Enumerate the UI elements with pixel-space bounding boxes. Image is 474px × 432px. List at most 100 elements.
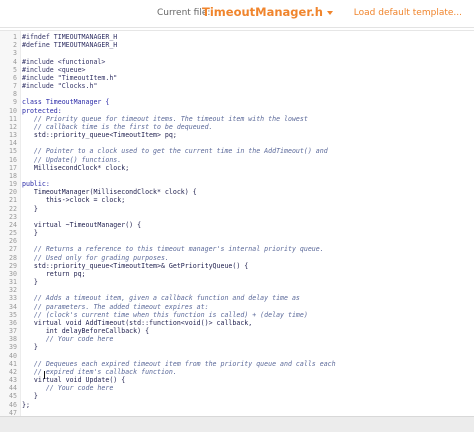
code-text: virtual void Update() { [22,376,126,385]
code-text: protected: [22,106,62,115]
code-line[interactable]: 16 // Update() functions. [0,156,474,164]
line-number: 24 [9,220,17,229]
line-number: 17 [9,163,17,172]
code-text: // Your code here [22,335,114,344]
line-number: 23 [9,212,17,221]
code-line[interactable]: 32 [0,286,474,294]
code-line[interactable]: 1 #ifndef TIMEOUTMANAGER_H [0,33,474,41]
code-text: // Update() functions. [22,155,122,164]
code-text: std::priority_queue<TimeoutItem> pq; [22,131,177,140]
code-line[interactable]: 31 } [0,278,474,286]
line-number: 8 [13,90,17,99]
line-number: 46 [9,400,17,409]
line-number: 14 [9,139,17,148]
code-line[interactable]: 33 // Adds a timeout item, given a callb… [0,294,474,302]
code-text: std::priority_queue<TimeoutItem>& GetPri… [22,261,249,270]
code-text: // expired item's callback function. [22,367,177,376]
code-line[interactable]: 4 #include <functional> [0,58,474,66]
code-line[interactable]: 34 // parameters. The added timeout expi… [0,303,474,311]
code-text: MillisecondClock* clock; [22,163,130,172]
code-line[interactable]: 19 public: [0,180,474,188]
code-text: int delayBeforeCallback) { [22,327,150,336]
code-line[interactable]: 38 // Your code here [0,335,474,343]
line-number: 40 [9,351,17,360]
code-text: this->clock = clock; [22,196,126,205]
code-line[interactable]: 43 virtual void Update() { [0,376,474,384]
chevron-down-icon [326,10,333,15]
code-line[interactable]: 12 // callback time is the first to be d… [0,123,474,131]
line-number: 33 [9,294,17,303]
code-line[interactable]: 30 return pq; [0,270,474,278]
text-cursor [44,371,45,379]
code-text: #include <queue> [22,65,86,74]
line-number: 9 [13,98,17,107]
code-text: virtual void AddTimeout(std::function<vo… [22,318,253,327]
code-line[interactable]: 13 std::priority_queue<TimeoutItem> pq; [0,131,474,139]
code-line[interactable]: 47 [0,409,474,416]
line-number: 3 [13,49,17,58]
code-text: } [22,229,38,238]
code-text: #define TIMEOUTMANAGER_H [22,41,118,50]
code-line[interactable]: 46}; [0,401,474,409]
code-line[interactable]: 10 protected: [0,107,474,115]
line-number: 7 [13,82,17,91]
file-dropdown[interactable]: TimeoutManager.h [202,5,333,19]
line-number: 18 [9,171,17,180]
code-line[interactable]: 20 TimeoutManager(MillisecondClock* cloc… [0,188,474,196]
code-text: virtual ~TimeoutManager() { [22,220,142,229]
line-number: 44 [9,384,17,393]
code-line[interactable]: 37 int delayBeforeCallback) { [0,327,474,335]
code-line[interactable]: 15 // Pointer to a clock used to get the… [0,147,474,155]
code-line[interactable]: 2 #define TIMEOUTMANAGER_H [0,41,474,49]
code-line[interactable]: 9 class TimeoutManager { [0,98,474,106]
code-line[interactable]: 6 #include "TimeoutItem.h" [0,74,474,82]
code-line[interactable]: 5 #include <queue> [0,66,474,74]
code-line[interactable]: 8 [0,90,474,98]
line-number: 6 [13,73,17,82]
code-line[interactable]: 22 } [0,205,474,213]
load-default-template-link[interactable]: Load default template... [354,8,462,18]
line-number: 15 [9,147,17,156]
line-number: 29 [9,261,17,270]
line-number: 47 [9,408,17,416]
line-number: 34 [9,302,17,311]
code-line[interactable]: 29 std::priority_queue<TimeoutItem>& Get… [0,262,474,270]
line-number: 38 [9,335,17,344]
code-line[interactable]: 41 // Dequeues each expired timeout item… [0,360,474,368]
code-line[interactable]: 11 // Priority queue for timeout items. … [0,115,474,123]
code-line[interactable]: 39 } [0,343,474,351]
code-text: // Returns a reference to this timeout m… [22,245,324,254]
code-line[interactable]: 35 // (clock's current time when this fu… [0,311,474,319]
code-line[interactable]: 7 #include "Clocks.h" [0,82,474,90]
code-text: } [22,204,38,213]
code-text: class TimeoutManager { [22,98,110,107]
code-line[interactable]: 3 [0,49,474,57]
code-line[interactable]: 45 } [0,392,474,400]
line-number: 11 [9,114,17,123]
code-line[interactable]: 23 [0,213,474,221]
code-line[interactable]: 40 [0,352,474,360]
code-text: // Pointer to a clock used to get the cu… [22,147,328,156]
code-line[interactable]: 18 [0,172,474,180]
code-text: // Dequeues each expired timeout item fr… [22,359,336,368]
code-line[interactable]: 21 this->clock = clock; [0,196,474,204]
editor-footer [0,416,474,432]
code-text: TimeoutManager(MillisecondClock* clock) … [22,188,197,197]
code-editor[interactable]: 1 #ifndef TIMEOUTMANAGER_H 2 #define TIMEOU… [0,30,474,416]
line-number: 13 [9,131,17,140]
code-line[interactable]: 44 // Your code here [0,384,474,392]
code-line[interactable]: 25 } [0,229,474,237]
code-text: // callback time is the first to be dequ… [22,122,213,131]
code-line[interactable]: 26 [0,237,474,245]
code-text: } [22,392,38,401]
code-line[interactable]: 36 virtual void AddTimeout(std::function… [0,319,474,327]
code-line[interactable]: 14 [0,139,474,147]
code-line[interactable]: 17 MillisecondClock* clock; [0,164,474,172]
line-number: 36 [9,318,17,327]
code-line[interactable]: 24 virtual ~TimeoutManager() { [0,221,474,229]
line-number: 22 [9,204,17,213]
code-line[interactable]: 28 // Used only for grading purposes. [0,254,474,262]
code-text: #ifndef TIMEOUTMANAGER_H [22,33,118,41]
code-line[interactable]: 42 // expired item's callback function. [0,368,474,376]
code-line[interactable]: 27 // Returns a reference to this timeou… [0,245,474,253]
